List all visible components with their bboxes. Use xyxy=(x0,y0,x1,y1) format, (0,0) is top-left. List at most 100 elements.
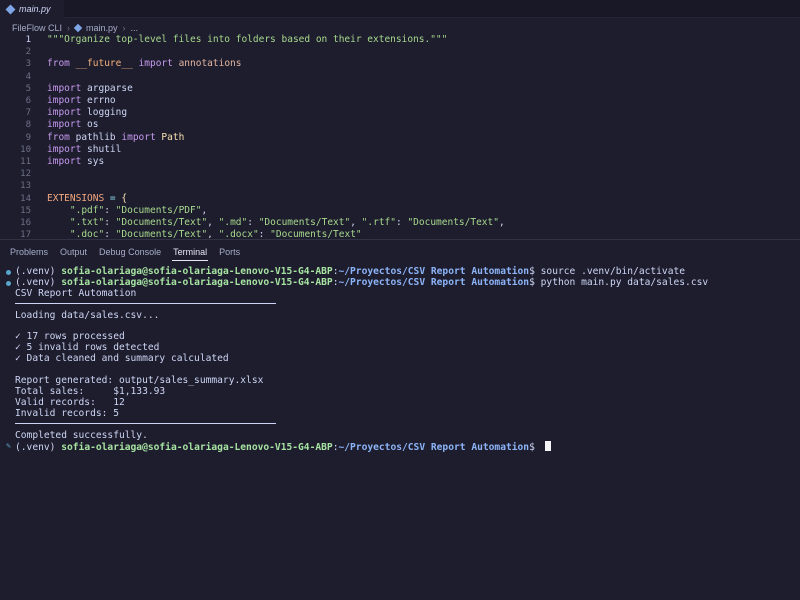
code-text: ".txt": "Documents/Text", ".md": "Docume… xyxy=(47,217,505,229)
code-line[interactable]: 12 xyxy=(0,168,800,180)
line-number: 1 xyxy=(25,35,31,45)
code-token: EXTENSIONS xyxy=(47,192,105,204)
chevron-right-icon: › xyxy=(122,23,126,33)
code-token: : xyxy=(104,229,116,238)
code-editor[interactable]: 1 """Organize top-level files into folder… xyxy=(0,34,800,238)
line-number: 11 xyxy=(20,157,31,167)
line-number: 9 xyxy=(25,132,31,143)
code-text: ".pdf": "Documents/PDF", xyxy=(47,205,207,217)
code-token: ".rtf" xyxy=(361,217,396,228)
chevron-right-icon: › xyxy=(67,23,71,33)
code-token: import xyxy=(47,156,88,167)
line-number: 12 xyxy=(20,169,31,180)
sparkle-icon[interactable]: ✎ xyxy=(5,441,12,452)
code-token: import xyxy=(47,82,88,94)
output-check: ✓ Data cleaned and summary calculated xyxy=(15,353,229,365)
line-number: 8 xyxy=(25,120,31,131)
code-token: , xyxy=(201,204,208,216)
panel-tab-bar: Problems Output Debug Console Terminal P… xyxy=(0,240,800,264)
tab-main-py[interactable]: main.py xyxy=(0,0,64,18)
code-line[interactable]: 6 import errno xyxy=(0,95,800,107)
output-loading: Loading data/sales.csv... xyxy=(15,309,160,321)
code-token: ".txt" xyxy=(47,217,105,228)
code-line[interactable]: 17 ".doc": "Documents/Text", ".docx": "D… xyxy=(0,229,800,238)
code-line[interactable]: 16 ".txt": "Documents/Text", ".md": "Doc… xyxy=(0,217,800,229)
tab-debug-console[interactable]: Debug Console xyxy=(93,240,167,264)
code-token: sys xyxy=(87,156,105,167)
output-invalid-records: Invalid records: 5 xyxy=(15,407,119,419)
code-line[interactable]: 2 xyxy=(0,46,800,58)
output-completed: Completed successfully. xyxy=(15,429,148,441)
code-line[interactable]: 11 import sys xyxy=(0,156,800,168)
code-token: pathlib xyxy=(75,131,122,143)
code-text: import sys xyxy=(47,156,104,168)
tab-terminal[interactable]: Terminal xyxy=(167,240,213,264)
tab-output[interactable]: Output xyxy=(54,240,93,264)
code-token: import xyxy=(132,58,179,70)
tab-problems[interactable]: Problems xyxy=(0,240,54,264)
line-number: 14 xyxy=(20,193,31,204)
command-success-dot-icon[interactable] xyxy=(5,278,12,290)
code-line[interactable]: 10 import shutil xyxy=(0,144,800,156)
code-token: , xyxy=(207,217,219,228)
code-token: "Documents/Text" xyxy=(115,217,208,228)
code-line[interactable]: 9 from pathlib import Path xyxy=(0,132,800,144)
code-token: from xyxy=(47,131,76,143)
code-token: , xyxy=(350,217,362,228)
code-token: , xyxy=(207,229,219,238)
code-line[interactable]: 15 ".pdf": "Documents/PDF", xyxy=(0,205,800,217)
terminal-output[interactable]: (.venv) sofia-olariaga@sofia-olariaga-Le… xyxy=(0,266,800,597)
code-text: EXTENSIONS = { xyxy=(47,193,127,205)
code-token: os xyxy=(87,119,99,131)
code-text: ".doc": "Documents/Text", ".docx": "Docu… xyxy=(47,229,362,238)
code-line[interactable]: 13 xyxy=(0,180,800,192)
code-token: from xyxy=(47,58,76,70)
terminal-prompt-line: (.venv) sofia-olariaga@sofia-olariaga-Le… xyxy=(15,441,551,453)
code-token: = xyxy=(104,192,122,204)
code-token: import xyxy=(47,119,88,131)
code-line[interactable]: 8 import os xyxy=(0,119,800,131)
code-line[interactable]: 5 import argparse xyxy=(0,83,800,95)
editor-tab-strip: main.py xyxy=(0,0,800,18)
code-text: from pathlib import Path xyxy=(47,132,184,144)
breadcrumb-file[interactable]: main.py xyxy=(86,23,118,33)
code-line[interactable]: 14 EXTENSIONS = { xyxy=(0,193,800,205)
code-token: argparse xyxy=(87,82,133,94)
line-number: 15 xyxy=(20,205,31,216)
code-line[interactable]: 1 """Organize top-level files into folder… xyxy=(0,34,800,46)
output-divider xyxy=(15,303,276,304)
code-token: : xyxy=(395,217,408,228)
bottom-panel: Problems Output Debug Console Terminal P… xyxy=(0,239,800,600)
code-token: annotations xyxy=(178,58,242,70)
code-text: import shutil xyxy=(47,144,121,156)
code-line[interactable]: 4 xyxy=(0,71,800,83)
code-token: "Documents/Text" xyxy=(115,229,208,238)
line-number: 6 xyxy=(25,96,31,106)
line-number: 4 xyxy=(25,71,31,82)
breadcrumb-folder[interactable]: FileFlow CLI xyxy=(12,23,62,33)
code-token: , xyxy=(498,217,505,228)
tab-ports[interactable]: Ports xyxy=(213,240,246,264)
line-number: 7 xyxy=(25,108,31,119)
code-token: "Documents/Text" xyxy=(258,217,351,228)
output-title: CSV Report Automation xyxy=(15,287,137,299)
code-token: { xyxy=(121,192,128,204)
code-token: : xyxy=(258,229,271,238)
tab-label: main.py xyxy=(19,4,51,14)
code-token: : xyxy=(104,204,116,216)
code-line[interactable]: 7 import logging xyxy=(0,107,800,119)
code-token: ".doc" xyxy=(47,229,105,238)
line-number: 2 xyxy=(25,47,31,58)
code-token: errno xyxy=(87,95,116,106)
code-token: "Documents/Text" xyxy=(270,229,362,238)
breadcrumb-more[interactable]: ... xyxy=(131,23,139,33)
code-line[interactable]: 3 from __future__ import annotations xyxy=(0,58,800,70)
code-token: "Documents/Text" xyxy=(407,217,499,228)
line-number: 13 xyxy=(20,181,31,192)
code-token: """Organize top-level files into folders… xyxy=(47,34,448,45)
code-token: import xyxy=(47,95,88,106)
terminal-cursor[interactable] xyxy=(544,441,551,452)
python-file-icon xyxy=(5,4,16,14)
output-divider xyxy=(15,423,276,424)
code-text: from __future__ import annotations xyxy=(47,58,242,70)
